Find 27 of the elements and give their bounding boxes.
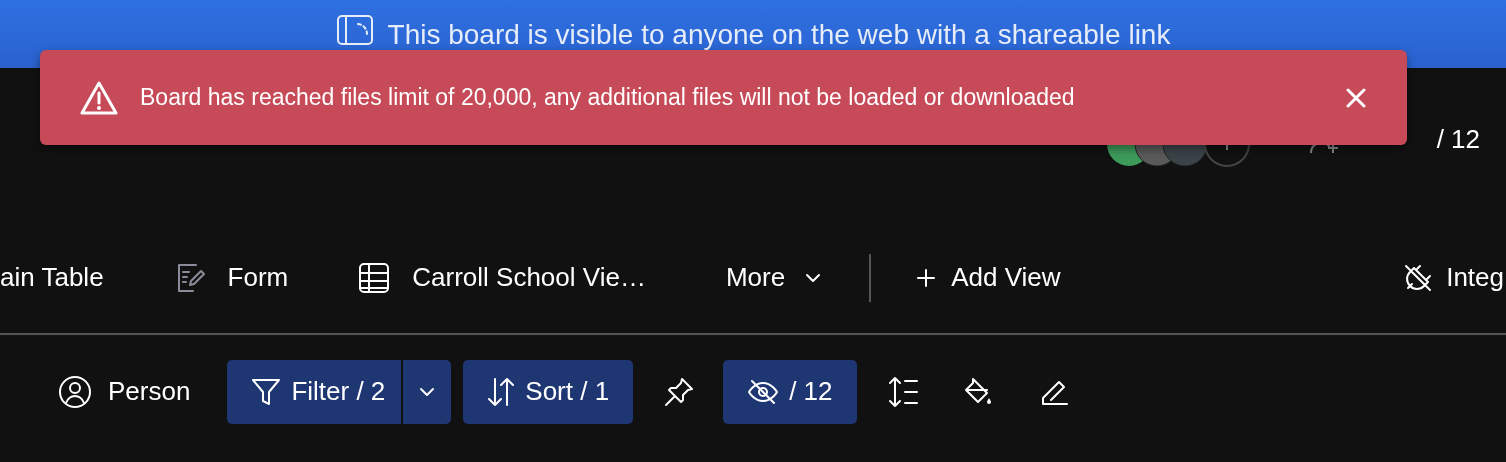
sort-button[interactable]: Sort / 1 [463,359,634,424]
view-tab[interactable]: ain Table [0,258,104,297]
filter-icon [251,376,282,407]
toast-message: Board has reached files limit of 20,000, any additional files will not be loaded or downloaded [140,83,1075,113]
table-icon [358,261,391,294]
view-tab[interactable]: Carroll School Vie… [358,258,646,297]
hidden-columns-button[interactable]: / 12 [723,359,857,424]
filter-button[interactable]: Filter / 2 [227,359,402,424]
banner-text: This board is visible to anyone on the web with a shareable link [387,18,1171,52]
integrate-button[interactable]: Integ [1402,258,1504,297]
board-share-icon [335,14,374,46]
pin-button[interactable] [663,375,696,408]
view-tab[interactable]: Form [173,258,289,297]
add-view-button[interactable]: Add View [917,258,1061,297]
close-button[interactable] [1345,86,1367,109]
sort-icon [487,376,516,407]
person-filter[interactable]: Person [58,372,191,411]
plus-icon [917,268,936,287]
pin-icon [663,375,696,408]
person-icon [58,374,92,409]
close-icon [1345,86,1367,109]
invite-count[interactable]: / 12 [1436,120,1480,159]
row-height-button[interactable] [886,375,919,408]
eye-off-icon [747,377,780,406]
warning-icon [80,80,118,115]
row-height-icon [886,375,919,408]
more-menu[interactable]: More [725,258,824,297]
